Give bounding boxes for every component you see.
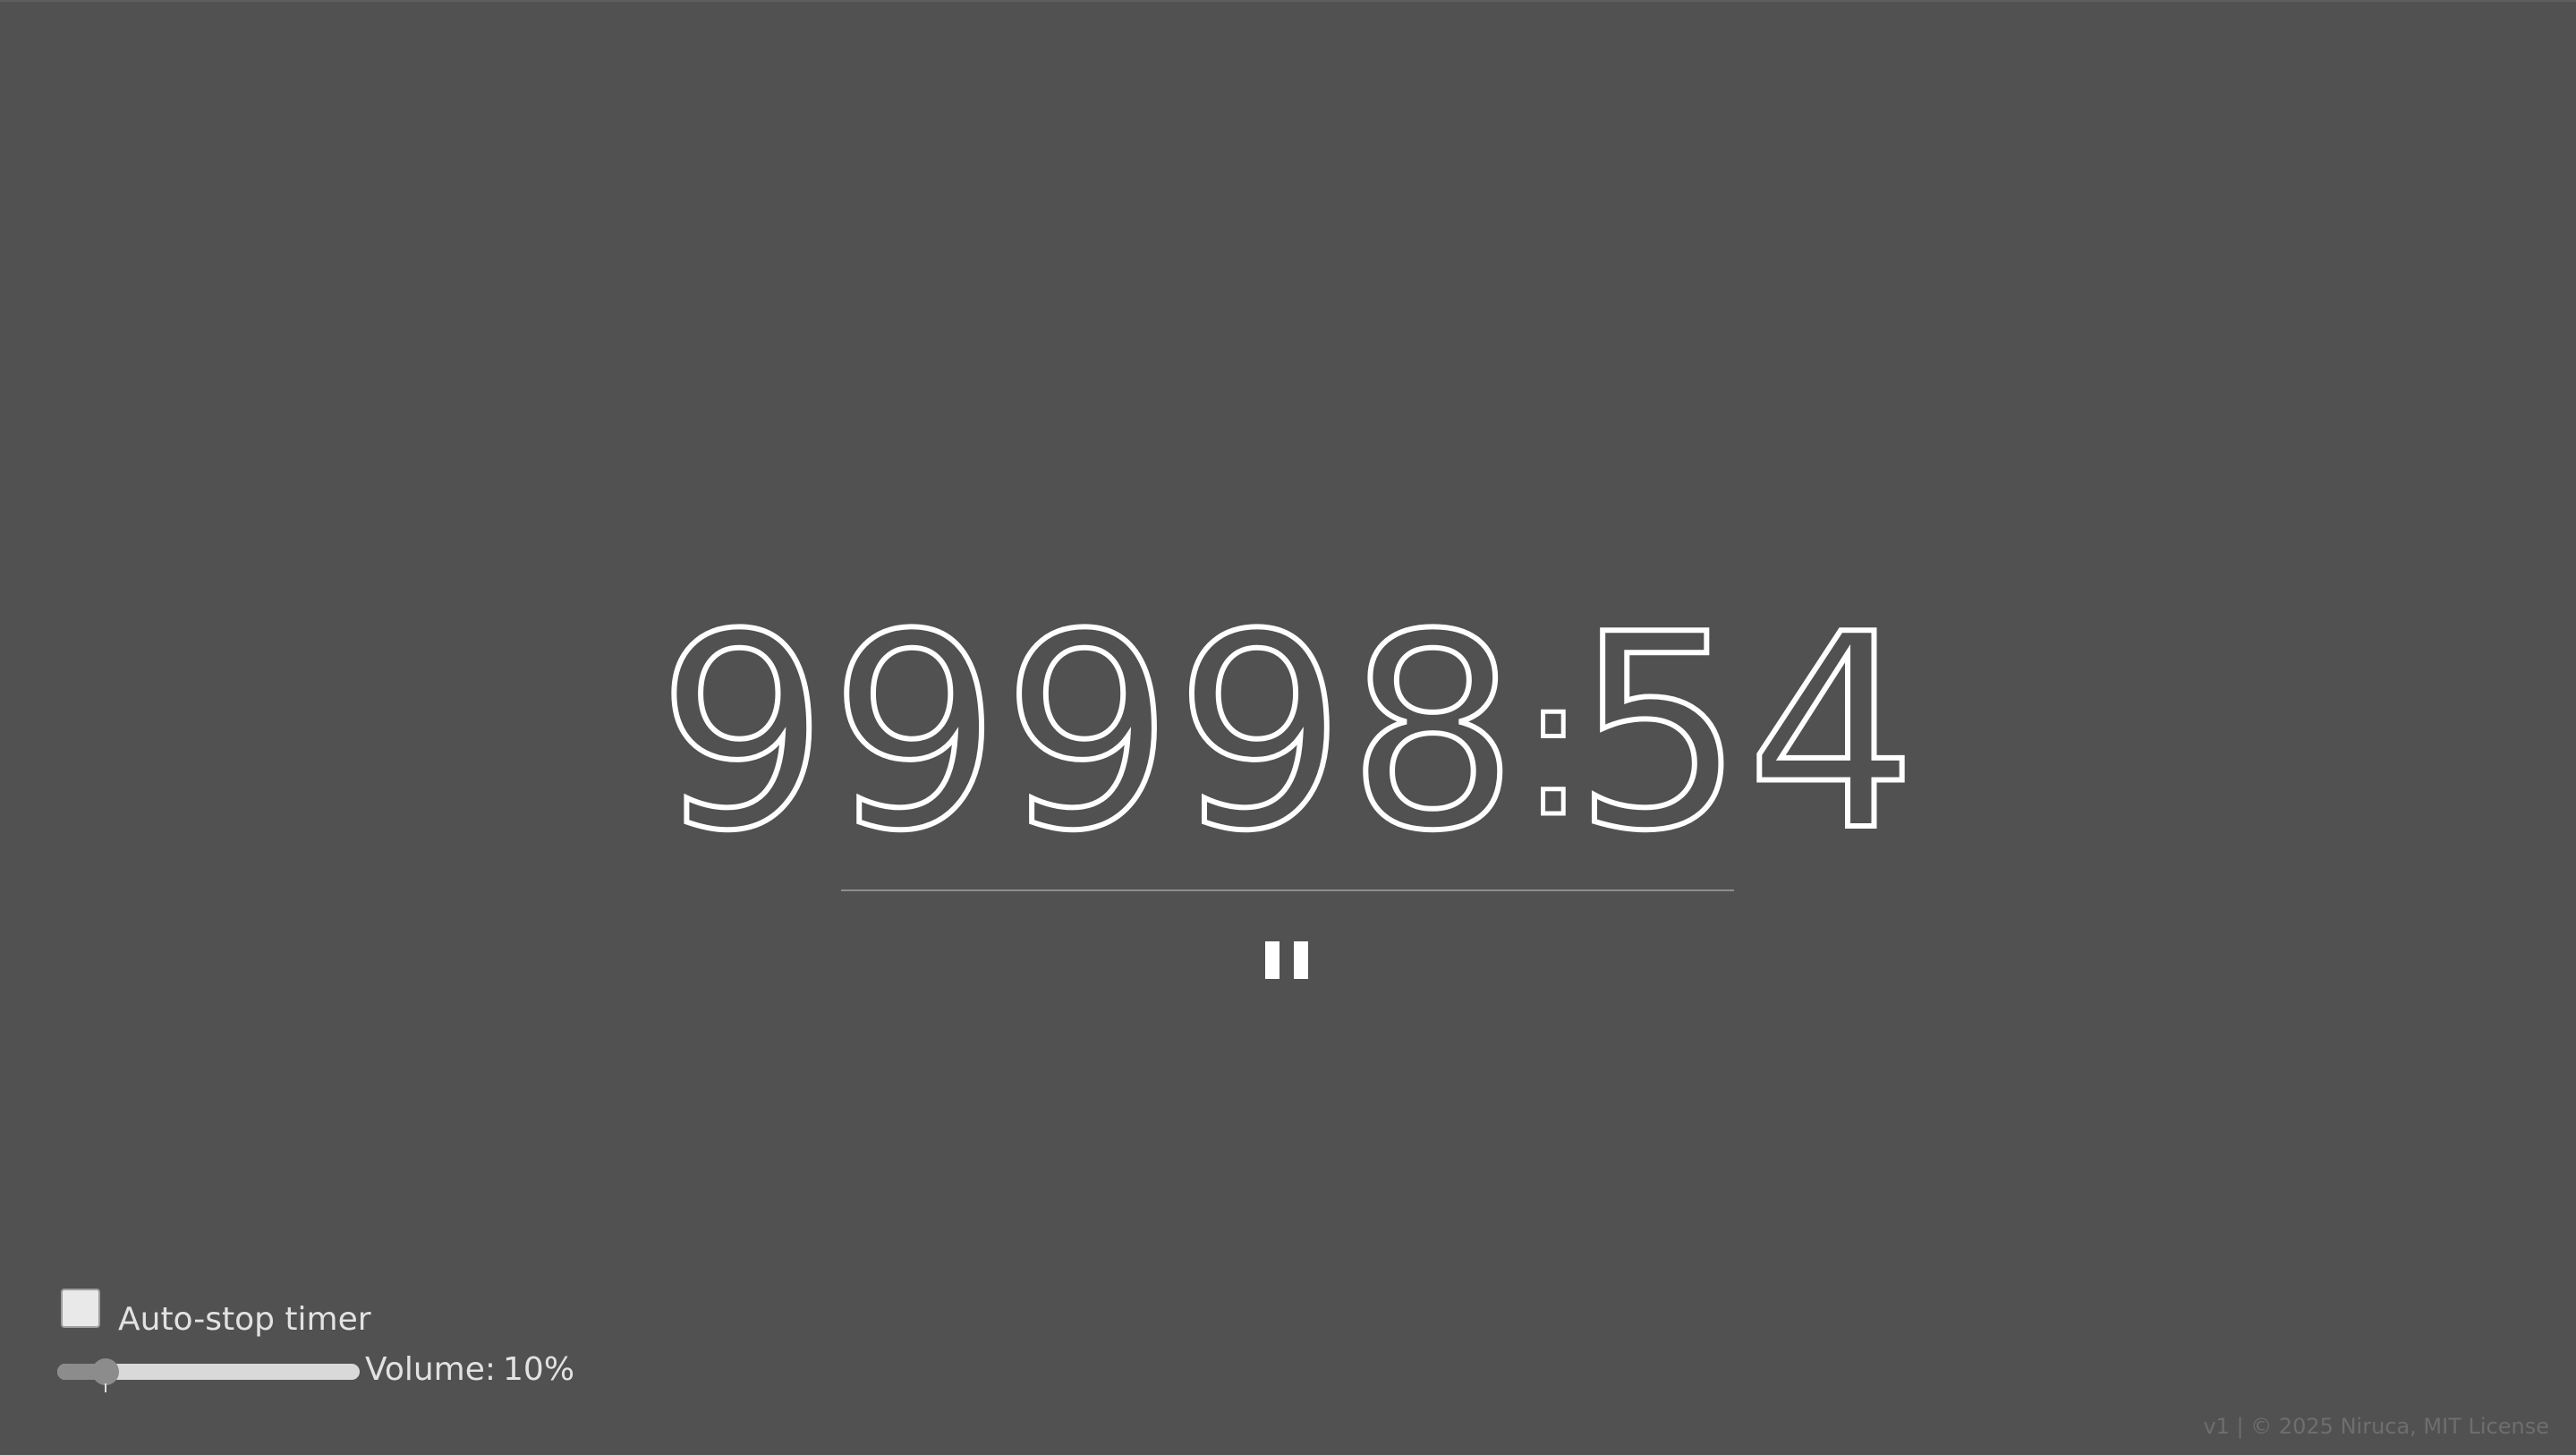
volume-value: 10%	[503, 1351, 575, 1388]
volume-slider[interactable]	[57, 1344, 361, 1398]
auto-stop-row: Auto-stop timer	[57, 1285, 433, 1348]
volume-row: Volume: 10%	[57, 1344, 594, 1398]
volume-slider-tick	[105, 1383, 106, 1392]
footer-credits: v1 | © 2025 Niruca, MIT License	[2203, 1414, 2549, 1439]
pause-icon-bar-left	[1265, 941, 1279, 979]
timer-display: 99998:54	[0, 573, 2576, 895]
volume-label-text: Volume:	[365, 1351, 497, 1388]
timer-seconds: 54	[1571, 574, 1920, 892]
auto-stop-label[interactable]: Auto-stop timer	[118, 1301, 371, 1338]
timer-separator: :	[1518, 629, 1588, 863]
volume-label: Volume: 10%	[365, 1351, 574, 1388]
volume-slider-thumb[interactable]	[92, 1358, 119, 1385]
pause-icon-bar-right	[1294, 941, 1308, 979]
pause-button[interactable]	[1260, 938, 1310, 979]
timer-minutes: 99998	[654, 574, 1520, 892]
auto-stop-checkbox[interactable]	[61, 1289, 100, 1328]
window-top-border	[0, 0, 2576, 2]
timer-underline	[841, 889, 1734, 891]
